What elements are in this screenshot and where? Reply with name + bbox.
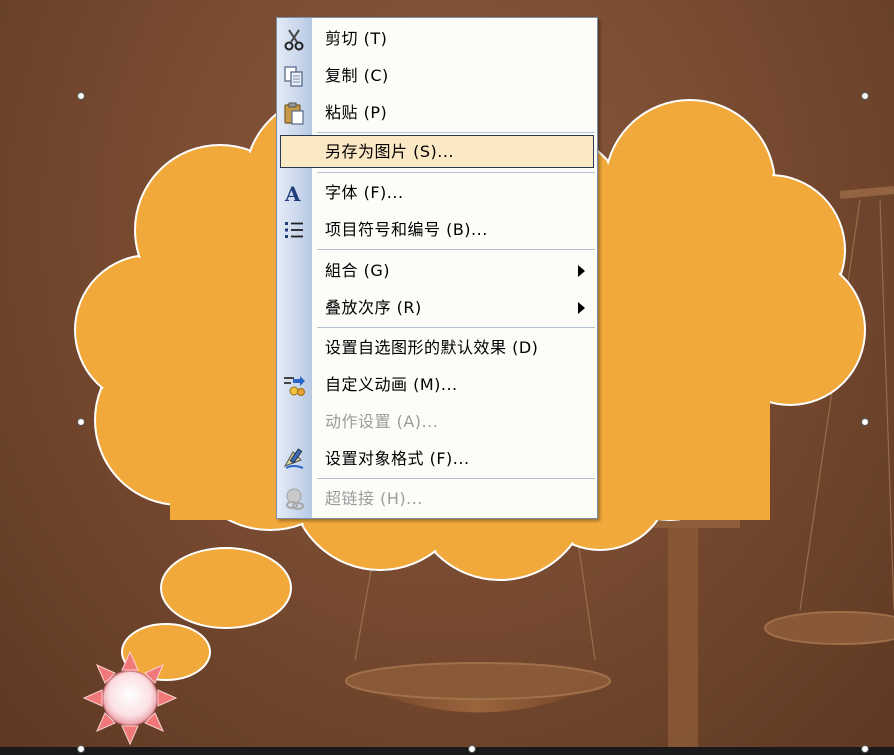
menu-item-order[interactable]: 叠放次序 (R)	[277, 289, 597, 326]
selection-handle-bottom-right[interactable]	[861, 745, 869, 753]
menu-item-save-as-picture[interactable]: 另存为图片 (S)...	[277, 133, 597, 170]
selection-handle-top-right[interactable]	[861, 92, 869, 100]
menu-item-label: 另存为图片 (S)...	[325, 142, 454, 161]
menu-item-bullets-numbering[interactable]: 项目符号和编号 (B)...	[277, 211, 597, 248]
menu-item-set-default-effect[interactable]: 设置自选图形的默认效果 (D)	[277, 329, 597, 366]
submenu-arrow-icon	[578, 302, 585, 314]
context-menu: 剪切 (T) 复制 (C) 粘贴 (P) 另存为图片 (S)... A 字体 (…	[276, 17, 598, 519]
menu-item-label: 字体 (F)...	[325, 183, 404, 202]
menu-item-label: 设置自选图形的默认效果 (D)	[325, 338, 539, 357]
format-object-icon	[283, 448, 304, 469]
menu-item-label: 粘贴 (P)	[325, 103, 388, 122]
selection-handle-bottom-left[interactable]	[77, 745, 85, 753]
menu-item-custom-animation[interactable]: 自定义动画 (M)...	[277, 366, 597, 403]
menu-item-paste[interactable]: 粘贴 (P)	[277, 94, 597, 131]
menu-item-label: 超链接 (H)...	[325, 489, 423, 508]
menu-item-label: 自定义动画 (M)...	[325, 375, 458, 394]
svg-text:A: A	[284, 182, 301, 206]
selection-handle-bottom-center[interactable]	[468, 745, 476, 753]
menu-separator	[317, 478, 595, 479]
menu-separator	[317, 327, 595, 328]
sun-icon	[82, 650, 178, 746]
menu-item-label: 叠放次序 (R)	[325, 298, 422, 317]
menu-item-action-settings[interactable]: 动作设置 (A)...	[277, 403, 597, 440]
menu-item-label: 设置对象格式 (F)...	[325, 449, 470, 468]
selection-handle-middle-left[interactable]	[77, 418, 85, 426]
copy-icon	[284, 66, 303, 87]
thought-bubble-large	[160, 547, 292, 629]
font-icon: A	[284, 182, 301, 206]
scissors-icon	[284, 29, 304, 51]
menu-separator	[317, 172, 595, 173]
menu-item-label: 项目符号和编号 (B)...	[325, 220, 488, 239]
menu-item-label: 組合 (G)	[325, 261, 390, 280]
selection-handle-middle-right[interactable]	[861, 418, 869, 426]
bullets-icon	[285, 222, 303, 238]
custom-animation-icon	[284, 376, 305, 396]
menu-item-cut[interactable]: 剪切 (T)	[277, 20, 597, 57]
menu-item-label: 动作设置 (A)...	[325, 412, 439, 431]
menu-item-hyperlink[interactable]: 超链接 (H)...	[277, 480, 597, 517]
menu-item-copy[interactable]: 复制 (C)	[277, 57, 597, 94]
menu-item-label: 复制 (C)	[325, 66, 389, 85]
selection-handle-top-left[interactable]	[77, 92, 85, 100]
menu-item-group[interactable]: 組合 (G)	[277, 252, 597, 289]
menu-item-font[interactable]: A 字体 (F)...	[277, 174, 597, 211]
submenu-arrow-icon	[578, 265, 585, 277]
menu-separator	[317, 249, 595, 250]
menu-item-format-object[interactable]: 设置对象格式 (F)...	[277, 440, 597, 477]
paste-icon	[284, 102, 304, 125]
hyperlink-icon	[286, 488, 304, 510]
menu-item-label: 剪切 (T)	[325, 29, 388, 48]
